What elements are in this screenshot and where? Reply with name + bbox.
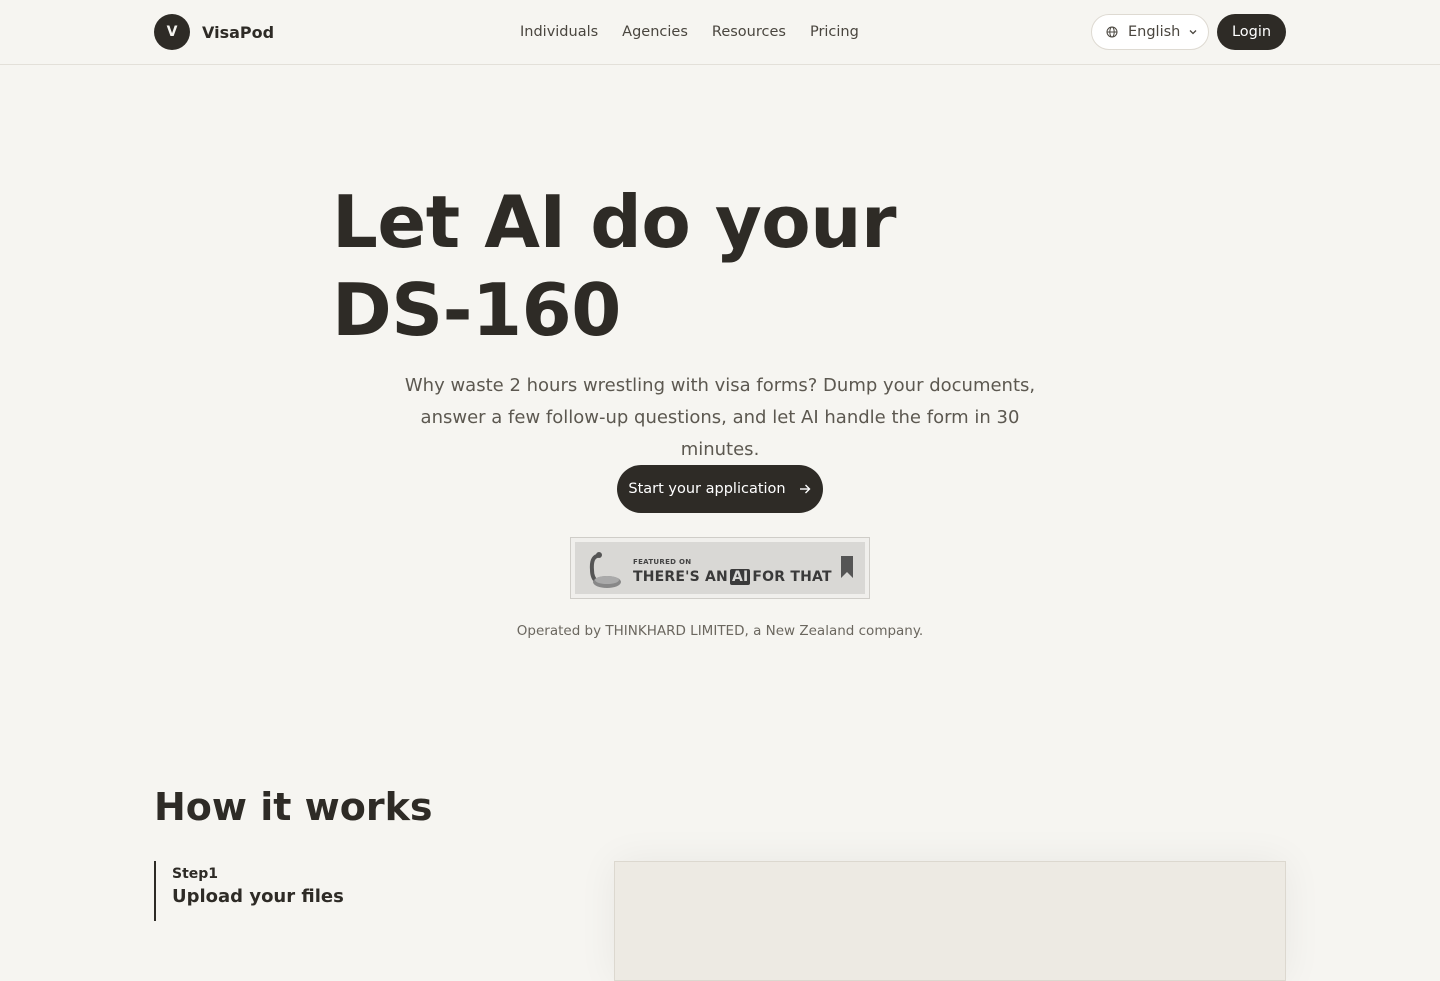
login-button[interactable]: Login (1217, 14, 1286, 50)
nav-agencies[interactable]: Agencies (622, 22, 688, 42)
site-header: V VisaPod Individuals Agencies Resources… (0, 0, 1440, 65)
badge-title-part2: FOR THAT (752, 569, 832, 585)
hero-title-line1: Let AI do your (332, 180, 897, 264)
badge-title-ai: AI (729, 569, 751, 585)
start-application-button[interactable]: Start your application (617, 465, 823, 513)
main-nav: Individuals Agencies Resources Pricing (520, 22, 883, 42)
step-1[interactable]: Step1 Upload your files (154, 861, 454, 921)
logo-mark: V (154, 14, 190, 50)
globe-icon (1106, 26, 1118, 38)
nav-resources[interactable]: Resources (712, 22, 786, 42)
chevron-down-icon (1189, 30, 1197, 35)
hero-title: Let AI do your DS-160 (332, 178, 1032, 354)
bookmark-icon (841, 556, 853, 578)
language-label: English (1128, 24, 1181, 40)
brand-logo[interactable]: V VisaPod (154, 14, 274, 50)
nav-pricing[interactable]: Pricing (810, 22, 859, 42)
badge-title: THERE'S AN AI FOR THAT (633, 569, 832, 585)
badge-title-part1: THERE'S AN (633, 569, 728, 585)
language-select[interactable]: English (1091, 14, 1209, 50)
how-it-works-title: How it works (154, 785, 433, 829)
nav-individuals[interactable]: Individuals (520, 22, 598, 42)
step-label: Step1 (172, 866, 219, 882)
featured-badge[interactable]: FEATURED ON THERE'S AN AI FOR THAT (570, 537, 870, 599)
hero-subtitle: Why waste 2 hours wrestling with visa fo… (404, 375, 1036, 460)
arrow-right-icon (799, 484, 811, 494)
hero-title-line2: DS-160 (332, 268, 621, 352)
cta-label: Start your application (628, 481, 786, 497)
brand-name: VisaPod (202, 22, 275, 42)
badge-featured-on: FEATURED ON (633, 558, 692, 566)
featured-badge-inner: FEATURED ON THERE'S AN AI FOR THAT (575, 542, 865, 594)
step-preview-card (614, 861, 1286, 981)
robot-arm-icon (589, 552, 621, 588)
step-title: Upload your files (172, 886, 344, 907)
operator-note: Operated by THINKHARD LIMITED, a New Zea… (516, 623, 924, 639)
